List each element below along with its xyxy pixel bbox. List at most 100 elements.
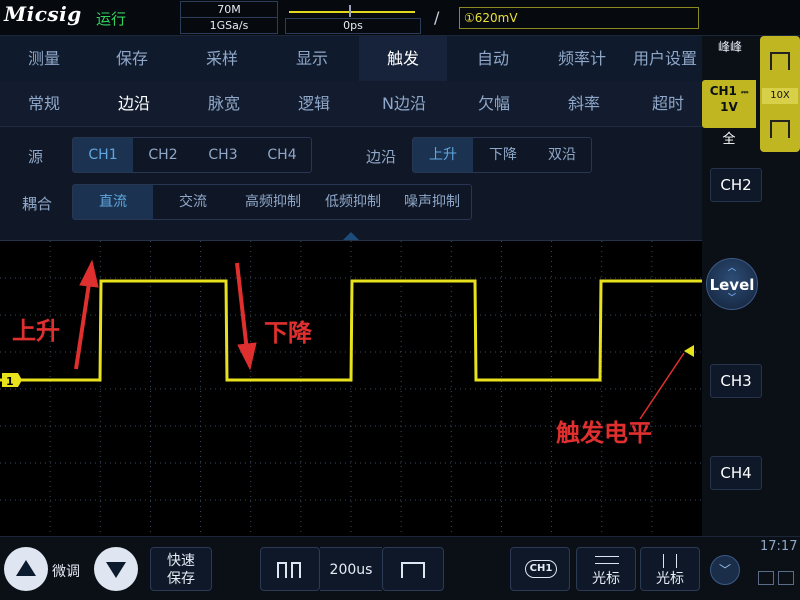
main-tabs: 测量 保存 采样 显示 触发 自动 频率计 用户设置 bbox=[0, 36, 702, 81]
fine-adjust-label: 微调 bbox=[52, 564, 80, 580]
tab-counter[interactable]: 频率计 bbox=[538, 36, 626, 81]
oscilloscope-app: Micsig 运行 70M 1GSa/s 0ps / ①620mV 测量 保存 … bbox=[0, 0, 800, 600]
edge-rising[interactable]: 上升 bbox=[413, 138, 473, 172]
trigger-type-pulse[interactable]: 脉宽 bbox=[184, 81, 264, 127]
timebase-decrease-button[interactable] bbox=[260, 547, 320, 591]
edge-falling[interactable]: 下降 bbox=[473, 138, 533, 172]
tab-auto[interactable]: 自动 bbox=[449, 36, 537, 81]
waveform-svg: 1 bbox=[0, 241, 702, 537]
horizontal-cursor-button[interactable]: 光标 bbox=[576, 547, 636, 591]
timebase-position[interactable]: 0ps bbox=[285, 1, 421, 34]
horizontal-cursor-icon bbox=[595, 556, 619, 564]
storage-icon bbox=[778, 571, 794, 585]
coupling-hf-reject[interactable]: 高频抑制 bbox=[233, 185, 313, 219]
trigger-type-runt[interactable]: 欠幅 bbox=[454, 81, 534, 127]
timebase-increase-button[interactable] bbox=[382, 547, 444, 591]
trigger-menu: 测量 保存 采样 显示 触发 自动 频率计 用户设置 常规 边沿 脉宽 逻辑 N… bbox=[0, 36, 702, 240]
trigger-type-nedge[interactable]: N边沿 bbox=[364, 81, 444, 127]
cursor-v-label: 光标 bbox=[656, 571, 684, 587]
ch4-button[interactable]: CH4 bbox=[710, 456, 762, 490]
trigger-type-normal[interactable]: 常规 bbox=[4, 81, 84, 127]
edge-label: 边沿 bbox=[366, 148, 397, 166]
trigger-level-readout[interactable]: ①620mV bbox=[459, 7, 699, 29]
trigger-level-marker[interactable] bbox=[684, 345, 694, 357]
fine-down-button[interactable] bbox=[94, 547, 138, 591]
ch1-scale: 1V bbox=[720, 100, 738, 114]
tab-save[interactable]: 保存 bbox=[88, 36, 176, 81]
chevron-up-icon: ︿ bbox=[728, 263, 736, 272]
chevron-down-icon: ﹀ bbox=[728, 293, 736, 302]
triangle-up-icon bbox=[16, 560, 36, 576]
tab-display[interactable]: 显示 bbox=[268, 36, 356, 81]
tab-user-settings[interactable]: 用户设置 bbox=[628, 36, 702, 81]
tab-measure[interactable]: 测量 bbox=[0, 36, 88, 81]
dc-coupling-icon: ⎓ bbox=[741, 88, 749, 98]
time-offset-value: 0ps bbox=[285, 18, 421, 34]
acquisition-info[interactable]: 70M 1GSa/s bbox=[180, 1, 278, 34]
ch1-bandwidth: 全 bbox=[722, 132, 736, 147]
trigger-type-logic[interactable]: 逻辑 bbox=[274, 81, 354, 127]
rising-edge-icon[interactable]: / bbox=[434, 8, 439, 27]
source-ch1[interactable]: CH1 bbox=[73, 138, 133, 172]
annotation-arrows bbox=[74, 259, 685, 420]
ch3-button[interactable]: CH3 bbox=[710, 364, 762, 398]
coupling-label: 耦合 bbox=[22, 195, 53, 213]
trigger-type-timeout[interactable]: 超时 bbox=[634, 81, 702, 127]
trigger-type-tabs: 常规 边沿 脉宽 逻辑 N边沿 欠幅 斜率 超时 bbox=[0, 81, 702, 127]
status-bar: Micsig 运行 70M 1GSa/s 0ps / ①620mV bbox=[0, 0, 800, 36]
bottom-toolbar: 微调 快速 保存 200us CH1 光标 光标 ﹀ 17:17 bbox=[0, 536, 800, 600]
pulse-narrow-icon bbox=[277, 562, 287, 578]
source-ch3[interactable]: CH3 bbox=[193, 138, 253, 172]
quick-save-button[interactable]: 快速 保存 bbox=[150, 547, 212, 591]
coupling-dc[interactable]: 直流 bbox=[73, 185, 153, 219]
trigger-type-slope[interactable]: 斜率 bbox=[544, 81, 624, 127]
trigger-position-marker bbox=[349, 5, 351, 17]
rising-arrow-icon bbox=[79, 259, 99, 288]
waveform-display[interactable]: 1 上升 下降 触发电平 bbox=[0, 240, 702, 537]
level-label: Level bbox=[709, 276, 755, 294]
edge-both[interactable]: 双沿 bbox=[533, 138, 591, 172]
ch1-button[interactable]: CH1 ⎓ 1V bbox=[702, 80, 756, 128]
fine-up-button[interactable] bbox=[4, 547, 48, 591]
pulse-narrow-icon-2 bbox=[291, 562, 301, 578]
vertical-cursor-button[interactable]: 光标 bbox=[640, 547, 700, 591]
falling-arrow-line bbox=[235, 262, 249, 352]
ch1-tag: CH1 bbox=[525, 560, 557, 578]
quick-save-line2: 保存 bbox=[167, 571, 195, 587]
ch1-trace bbox=[0, 279, 702, 382]
coupling-noise-reject[interactable]: 噪声抑制 bbox=[393, 185, 471, 219]
ch1-label: CH1 bbox=[709, 84, 737, 98]
coupling-ac[interactable]: 交流 bbox=[153, 185, 233, 219]
ch2-button[interactable]: CH2 bbox=[710, 168, 762, 202]
memory-bar bbox=[289, 11, 415, 13]
tab-trigger[interactable]: 触发 bbox=[359, 36, 447, 81]
channel-panel: 峰峰 10X CH1 ⎓ 1V 全 CH2 ︿ Level ﹀ CH3 CH4 bbox=[702, 36, 800, 536]
brand-logo: Micsig bbox=[4, 2, 82, 26]
measurement-label[interactable]: 峰峰 bbox=[718, 38, 742, 55]
coupling-lf-reject[interactable]: 低频抑制 bbox=[313, 185, 393, 219]
coupling-selector: 直流 交流 高频抑制 低频抑制 噪声抑制 bbox=[72, 184, 472, 220]
level-knob[interactable]: ︿ Level ﹀ bbox=[706, 258, 758, 310]
probe-ratio: 10X bbox=[762, 88, 798, 104]
level-pointer-line bbox=[639, 352, 685, 420]
rising-arrow-line bbox=[74, 276, 92, 370]
source-ch4[interactable]: CH4 bbox=[253, 138, 311, 172]
ch1-marker-label: 1 bbox=[6, 375, 14, 388]
source-ch2[interactable]: CH2 bbox=[133, 138, 193, 172]
menu-collapse-arrow-icon[interactable] bbox=[343, 232, 359, 240]
pulse-down-icon bbox=[770, 120, 790, 138]
clock: 17:17 bbox=[760, 539, 798, 554]
expand-menu-button[interactable]: ﹀ bbox=[710, 555, 740, 585]
bandwidth-value: 70M bbox=[181, 2, 277, 18]
trigger-type-edge[interactable]: 边沿 bbox=[94, 81, 174, 127]
quick-save-line1: 快速 bbox=[167, 553, 195, 569]
source-selector: CH1 CH2 CH3 CH4 bbox=[72, 137, 312, 173]
tab-acquire[interactable]: 采样 bbox=[178, 36, 266, 81]
pulse-up-icon bbox=[770, 52, 790, 70]
falling-arrow-icon bbox=[237, 342, 257, 371]
ch1-probe-settings[interactable]: 10X bbox=[760, 36, 800, 152]
channel-select-button[interactable]: CH1 bbox=[510, 547, 570, 591]
vertical-cursor-icon bbox=[663, 554, 677, 568]
timebase-value[interactable]: 200us bbox=[320, 547, 382, 591]
run-status[interactable]: 运行 bbox=[96, 8, 126, 29]
